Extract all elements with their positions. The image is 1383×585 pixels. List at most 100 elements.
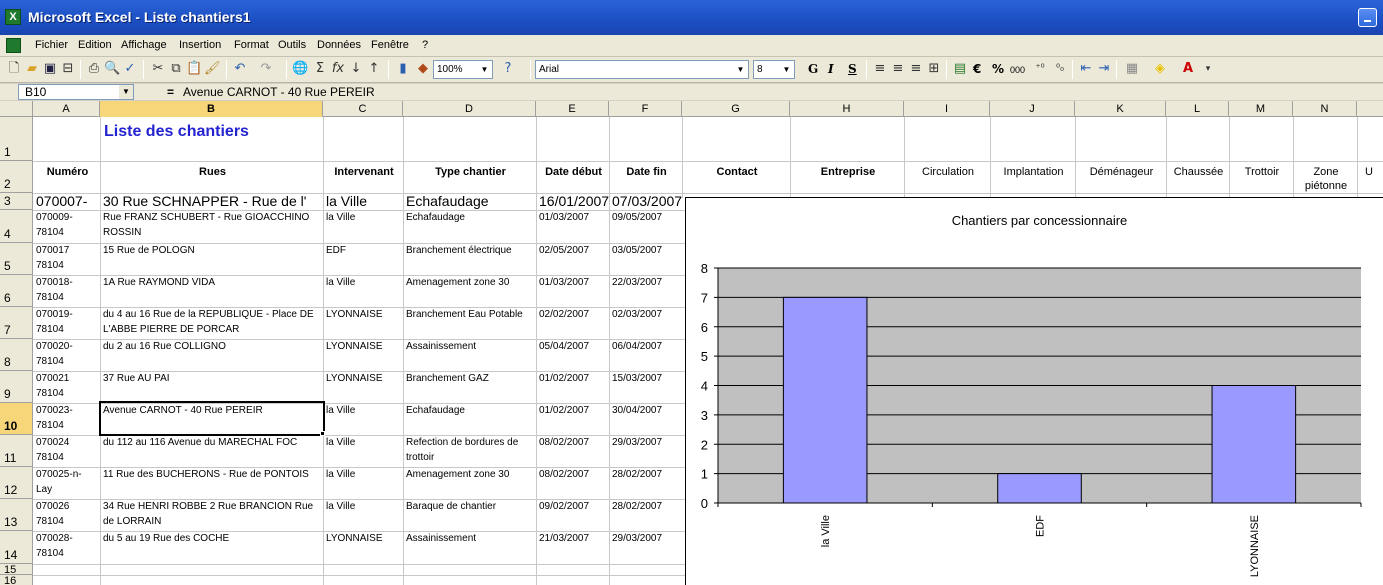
cell-debut-row8[interactable]: 05/04/2007 (537, 339, 609, 371)
cell-rue-row4[interactable]: Rue FRANZ SCHUBERT - Rue GIOACCHINO ROSS… (101, 210, 322, 242)
cell-type-row4[interactable]: Echafaudage (404, 210, 535, 242)
cell-type-row11[interactable]: Refection de bordures de trottoir (404, 435, 535, 467)
row-header-6[interactable]: 6 (0, 275, 33, 307)
row-header-16[interactable]: 16 (0, 575, 33, 585)
cell-f3[interactable]: 07/03/2007 (610, 193, 683, 210)
font-color-icon[interactable]: A (1180, 61, 1196, 77)
cell-fin-row5[interactable]: 03/05/2007 (610, 243, 682, 275)
menu-donnees[interactable]: Données (317, 39, 361, 51)
cell-type-row6[interactable]: Amenagement zone 30 (404, 275, 535, 307)
cell-intervenant-row8[interactable]: LYONNAISE (324, 339, 403, 371)
row-header-13[interactable]: 13 (0, 499, 33, 531)
column-header-j[interactable]: J (990, 101, 1075, 117)
cell-fin-row8[interactable]: 06/04/2007 (610, 339, 682, 371)
cell-intervenant-row9[interactable]: LYONNAISE (324, 371, 403, 403)
row-header-10[interactable]: 10 (0, 403, 33, 435)
embedded-chart[interactable]: Chantiers par concessionnaire 0 1 2 3 4 5 6 7 8 la… (685, 197, 1383, 585)
spelling-icon[interactable]: ✓ (122, 61, 138, 77)
header-entreprise[interactable]: Entreprise (790, 165, 904, 180)
row-header-2[interactable]: 2 (0, 161, 33, 193)
sort-ascending-icon[interactable]: ↓ (348, 61, 364, 77)
decrease-decimal-icon[interactable]: ⁰₀ (1052, 61, 1068, 77)
cell-debut-row5[interactable]: 02/05/2007 (537, 243, 609, 275)
cell-intervenant-row14[interactable]: LYONNAISE (324, 531, 403, 563)
cell-num-row4[interactable]: 070009- 78104 (34, 210, 100, 242)
header-trottoir[interactable]: Trottoir (1229, 165, 1293, 180)
column-header-g[interactable]: G (682, 101, 790, 117)
header-date-debut[interactable]: Date début (536, 165, 609, 180)
menu-fenetre[interactable]: Fenêtre (371, 39, 409, 51)
workbook-icon[interactable] (6, 38, 21, 53)
cell-num-row6[interactable]: 070018- 78104 (34, 275, 100, 307)
name-box[interactable]: B10 ▼ (18, 84, 134, 100)
menu-edition[interactable]: Edition (78, 39, 112, 51)
row-header-5[interactable]: 5 (0, 243, 33, 275)
print-preview-icon[interactable]: 🔍 (104, 61, 120, 77)
cell-debut-row10[interactable]: 01/02/2007 (537, 403, 609, 435)
column-header-m[interactable]: M (1229, 101, 1293, 117)
cell-rue-row11[interactable]: du 112 au 116 Avenue du MARECHAL FOC (101, 435, 322, 467)
cell-b3[interactable]: 30 Rue SCHNAPPER - Rue de l' (101, 193, 323, 210)
worksheet-grid[interactable]: A B C D E F G H I J K L M N 1 2 3 4 5 6 … (0, 101, 1383, 585)
cell-debut-row6[interactable]: 01/03/2007 (537, 275, 609, 307)
cell-rue-row5[interactable]: 15 Rue de POLOGN (101, 243, 322, 275)
cell-type-row9[interactable]: Branchement GAZ (404, 371, 535, 403)
row-header-7[interactable]: 7 (0, 307, 33, 339)
cell-debut-row9[interactable]: 01/02/2007 (537, 371, 609, 403)
paste-icon[interactable]: 📋 (186, 61, 202, 77)
header-demenageur[interactable]: Déménageur (1075, 165, 1166, 180)
row-header-4[interactable]: 4 (0, 210, 33, 243)
row-header-15[interactable]: 15 (0, 564, 33, 576)
cell-num-row12[interactable]: 070025-n- Lay (34, 467, 100, 499)
toolbar-options-icon[interactable]: ▾ (1200, 61, 1216, 77)
cell-intervenant-row4[interactable]: la Ville (324, 210, 403, 242)
header-chaussee[interactable]: Chaussée (1166, 165, 1229, 180)
zoom-select[interactable]: 100% ▼ (433, 60, 493, 79)
cell-fin-row12[interactable]: 28/02/2007 (610, 467, 682, 499)
decrease-indent-icon[interactable]: ⇤ (1078, 61, 1094, 77)
cell-rue-row14[interactable]: du 5 au 19 Rue des COCHE (101, 531, 322, 563)
cell-intervenant-row5[interactable]: EDF (324, 243, 403, 275)
cell-type-row8[interactable]: Assainissement (404, 339, 535, 371)
font-size-select[interactable]: 8 ▼ (753, 60, 795, 79)
autosum-icon[interactable]: Σ (312, 61, 328, 77)
cell-num-row10[interactable]: 070023- 78104 (34, 403, 100, 435)
column-header-e[interactable]: E (536, 101, 609, 117)
column-header-k[interactable]: K (1075, 101, 1166, 117)
format-painter-icon[interactable]: 🖌 (204, 61, 221, 77)
row-header-12[interactable]: 12 (0, 467, 33, 499)
menu-format[interactable]: Format (234, 39, 269, 51)
header-u[interactable]: U (1363, 165, 1383, 180)
cell-intervenant-row13[interactable]: la Ville (324, 499, 403, 531)
cell-c3[interactable]: la Ville (324, 193, 403, 210)
menu-outils[interactable]: Outils (278, 39, 306, 51)
header-date-fin[interactable]: Date fin (609, 165, 682, 180)
italic-button[interactable]: I (828, 62, 834, 76)
currency-icon[interactable]: ▤ (952, 61, 968, 77)
menu-help[interactable]: ? (422, 39, 428, 51)
select-all-corner[interactable] (0, 101, 33, 117)
menu-insertion[interactable]: Insertion (179, 39, 221, 51)
row-header-11[interactable]: 11 (0, 435, 33, 467)
thousands-button[interactable]: 000 (1010, 65, 1025, 75)
menu-affichage[interactable]: Affichage (121, 39, 167, 51)
cell-debut-row13[interactable]: 09/02/2007 (537, 499, 609, 531)
cell-num-row14[interactable]: 070028- 78104 (34, 531, 100, 563)
cell-debut-row11[interactable]: 08/02/2007 (537, 435, 609, 467)
new-icon[interactable]: 🗋 (6, 61, 22, 77)
cell-type-row13[interactable]: Baraque de chantier (404, 499, 535, 531)
cell-fin-row10[interactable]: 30/04/2007 (610, 403, 682, 435)
cell-d3[interactable]: Echafaudage (404, 193, 536, 210)
increase-decimal-icon[interactable]: ⁺⁰ (1032, 61, 1048, 77)
header-circulation[interactable]: Circulation (904, 165, 990, 180)
cell-rue-row13[interactable]: 34 Rue HENRI ROBBE 2 Rue BRANCION Rue de… (101, 499, 322, 531)
fill-color-icon[interactable]: ◈ (1152, 61, 1168, 77)
row-header-9[interactable]: 9 (0, 371, 33, 403)
cell-rue-row9[interactable]: 37 Rue AU PAI (101, 371, 322, 403)
cell-debut-row12[interactable]: 08/02/2007 (537, 467, 609, 499)
cell-type-row5[interactable]: Branchement électrique (404, 243, 535, 275)
column-header-h[interactable]: H (790, 101, 904, 117)
cell-type-row10[interactable]: Echafaudage (404, 403, 535, 435)
cell-debut-row4[interactable]: 01/03/2007 (537, 210, 609, 242)
help-icon[interactable]: ? (500, 61, 516, 77)
